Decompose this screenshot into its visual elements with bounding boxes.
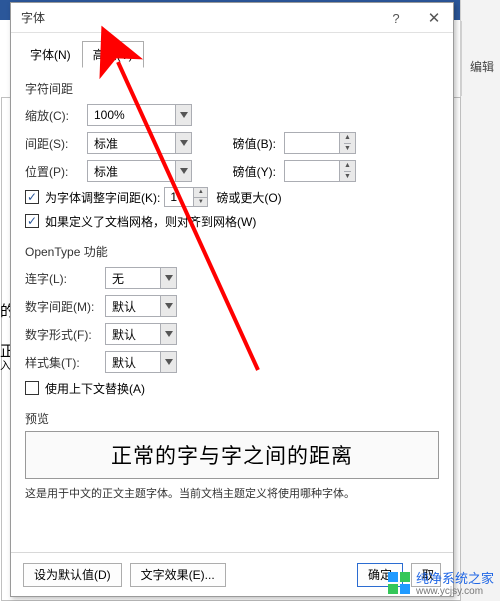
watermark-icon	[388, 572, 410, 594]
points-y-spinner[interactable]: ▲▼	[284, 160, 356, 182]
numspacing-combo[interactable]: 默认	[105, 295, 177, 317]
preview-label: 预览	[25, 410, 439, 427]
contextalt-checkbox[interactable]	[25, 381, 39, 395]
ligature-combo[interactable]: 无	[105, 267, 177, 289]
numspacing-value: 默认	[112, 298, 136, 315]
ligature-value: 无	[112, 270, 124, 287]
points-y-label: 磅值(Y):	[228, 163, 280, 180]
numform-value: 默认	[112, 326, 136, 343]
numform-label: 数字形式(F):	[25, 326, 101, 343]
styleset-combo[interactable]: 默认	[105, 351, 177, 373]
preview-box: 正常的字与字之间的距离	[25, 431, 439, 479]
position-combo[interactable]: 标准	[87, 160, 192, 182]
watermark: 纯净系统之家 www.ycjsy.com	[388, 568, 494, 597]
font-dialog: 字体 ? ✕ 字体(N) 高级(V) 字符间距 缩放(C): 100% 间距(S…	[10, 2, 454, 597]
spinner-buttons[interactable]: ▲▼	[193, 188, 207, 206]
group-opentype: OpenType 功能	[25, 243, 439, 260]
close-button[interactable]: ✕	[415, 3, 453, 33]
watermark-name: 纯净系统之家	[416, 571, 494, 586]
points-b-spinner[interactable]: ▲▼	[284, 132, 356, 154]
group-char-spacing: 字符间距	[25, 80, 439, 97]
help-button[interactable]: ?	[377, 3, 415, 33]
text-effects-button[interactable]: 文字效果(E)...	[130, 563, 226, 587]
tab-advanced[interactable]: 高级(V)	[82, 41, 144, 68]
grid-align-label: 如果定义了文档网格，则对齐到网格(W)	[45, 213, 256, 230]
position-value: 标准	[94, 163, 118, 180]
chevron-down-icon	[175, 133, 191, 153]
kerning-value: 1	[170, 190, 177, 204]
preview-text: 正常的字与字之间的距离	[111, 440, 353, 470]
chevron-down-icon	[160, 268, 176, 288]
scale-value: 100%	[94, 108, 125, 122]
tab-label: 高级(V)	[93, 48, 133, 62]
watermark-url: www.ycjsy.com	[416, 587, 494, 597]
kerning-spinner[interactable]: 1 ▲▼	[164, 187, 208, 207]
grid-align-checkbox[interactable]	[25, 214, 39, 228]
position-label: 位置(P):	[25, 163, 83, 180]
styleset-value: 默认	[112, 354, 136, 371]
chevron-down-icon	[175, 161, 191, 181]
dialog-button-row: 设为默认值(D) 文字效果(E)... 确定 取	[11, 552, 453, 596]
ligature-label: 连字(L):	[25, 270, 101, 287]
contextalt-label: 使用上下文替换(A)	[45, 380, 145, 397]
spacing-combo[interactable]: 标准	[87, 132, 192, 154]
spinner-buttons[interactable]: ▲▼	[339, 133, 355, 153]
chevron-down-icon	[160, 296, 176, 316]
word-side-panel	[460, 0, 500, 601]
dialog-titlebar[interactable]: 字体 ? ✕	[11, 3, 453, 33]
spacing-label: 间距(S):	[25, 135, 83, 152]
dialog-tabs: 字体(N) 高级(V)	[11, 33, 453, 68]
spacing-value: 标准	[94, 135, 118, 152]
styleset-label: 样式集(T):	[25, 354, 101, 371]
scale-combo[interactable]: 100%	[87, 104, 192, 126]
points-b-label: 磅值(B):	[228, 135, 280, 152]
kerning-unit: 磅或更大(O)	[216, 189, 281, 206]
kerning-checkbox[interactable]	[25, 190, 39, 204]
dialog-title: 字体	[11, 9, 45, 26]
kerning-label: 为字体调整字间距(K):	[45, 189, 160, 206]
numspacing-label: 数字间距(M):	[25, 298, 101, 315]
tab-font[interactable]: 字体(N)	[19, 41, 82, 68]
scale-label: 缩放(C):	[25, 107, 83, 124]
ribbon-edit-label[interactable]: 编辑	[470, 58, 494, 75]
chevron-down-icon	[160, 352, 176, 372]
ribbon-divider	[461, 21, 462, 96]
spinner-buttons[interactable]: ▲▼	[339, 161, 355, 181]
chevron-down-icon	[175, 105, 191, 125]
chevron-down-icon	[160, 324, 176, 344]
set-default-button[interactable]: 设为默认值(D)	[23, 563, 122, 587]
preview-hint: 这是用于中文的正文主题字体。当前文档主题定义将使用哪种字体。	[25, 485, 439, 501]
tab-label: 字体(N)	[30, 48, 71, 62]
numform-combo[interactable]: 默认	[105, 323, 177, 345]
